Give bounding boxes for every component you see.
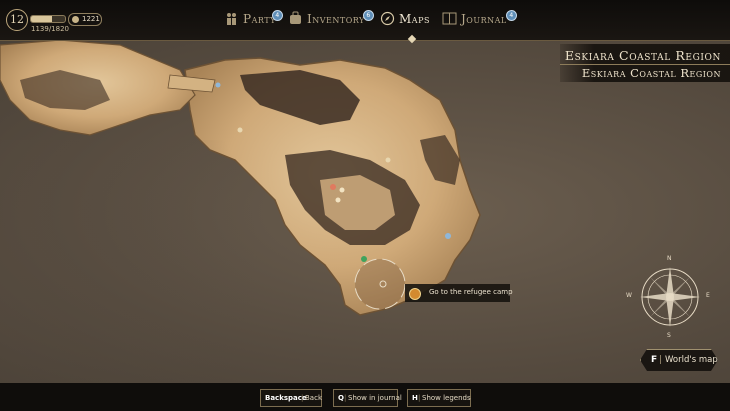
map-marker [335,197,341,203]
xp-bar [30,15,66,23]
show-legends-button[interactable]: H | Show legends [407,389,471,407]
compass-south: S [667,332,671,339]
hint-label: Show in journal [348,394,402,402]
tab-journal[interactable]: Journal 4 [442,10,518,30]
key-hint: F [651,355,658,365]
game-map-screen: 12 1139/1820 1221 Party 4 Inventory 6 Ma… [0,0,730,411]
quest-marker-icon [409,288,421,300]
level-badge: 12 [6,9,28,31]
region-panel: Eskiara Coastal Region Eskiara Coastal R… [560,44,730,82]
tab-label: Journal [461,12,507,26]
tab-label: Party [243,12,276,26]
separator: | [301,394,304,402]
separator: | [659,355,663,365]
separator: | [418,394,421,402]
map-marker [385,157,391,163]
world-map-button[interactable]: F | World's map [640,349,718,371]
hint-label: Show legends [422,394,471,402]
tab-maps[interactable]: Maps [380,10,430,30]
back-hint-button[interactable]: Backspace | Back [260,389,322,407]
compass-west: W [626,292,632,299]
map-marker [237,127,243,133]
divider [560,64,730,65]
gold-value: 1221 [82,15,100,23]
world-map-label: World's map [665,355,718,365]
top-bar: 12 1139/1820 1221 Party 4 Inventory 6 Ma… [0,0,730,41]
notification-badge: 4 [506,10,517,21]
compass-east: E [706,292,710,299]
tab-label: Inventory [307,12,365,26]
region-subtitle: Eskiara Coastal Region [581,66,721,80]
map-marker [215,82,221,88]
map-marker [339,187,345,193]
tab-party[interactable]: Party 4 [224,10,284,30]
xp-bar-fill [31,16,53,22]
tab-inventory[interactable]: Inventory 6 [288,10,374,30]
sea-fog [0,140,260,383]
show-in-journal-button[interactable]: Q | Show in journal [333,389,402,407]
compass-north: N [667,255,672,262]
player-marker [361,256,367,262]
compass-rose: N S E W [620,255,720,340]
party-icon [227,13,236,25]
notification-badge: 4 [272,10,283,21]
tab-label: Maps [399,12,430,26]
coin-icon [72,16,79,23]
compass-icon [380,11,395,26]
map-marker [445,233,451,239]
journal-icon [442,12,457,25]
inventory-icon [290,11,301,24]
xp-text: 1139/1820 [31,25,69,33]
region-title: Eskiara Coastal Region [564,48,721,63]
quest-tooltip: Go to the refugee camp [405,284,513,302]
hint-label: Back [305,394,322,402]
compass-rose-icon [640,267,700,327]
key-hint: H [412,394,418,402]
bottom-bar: Backspace | Back Q | Show in journal H |… [0,383,730,411]
notification-badge: 6 [363,10,374,21]
map-marker [330,184,336,190]
separator: | [344,394,347,402]
quest-text: Go to the refugee camp [429,288,513,296]
gold-counter: 1221 [68,13,102,26]
